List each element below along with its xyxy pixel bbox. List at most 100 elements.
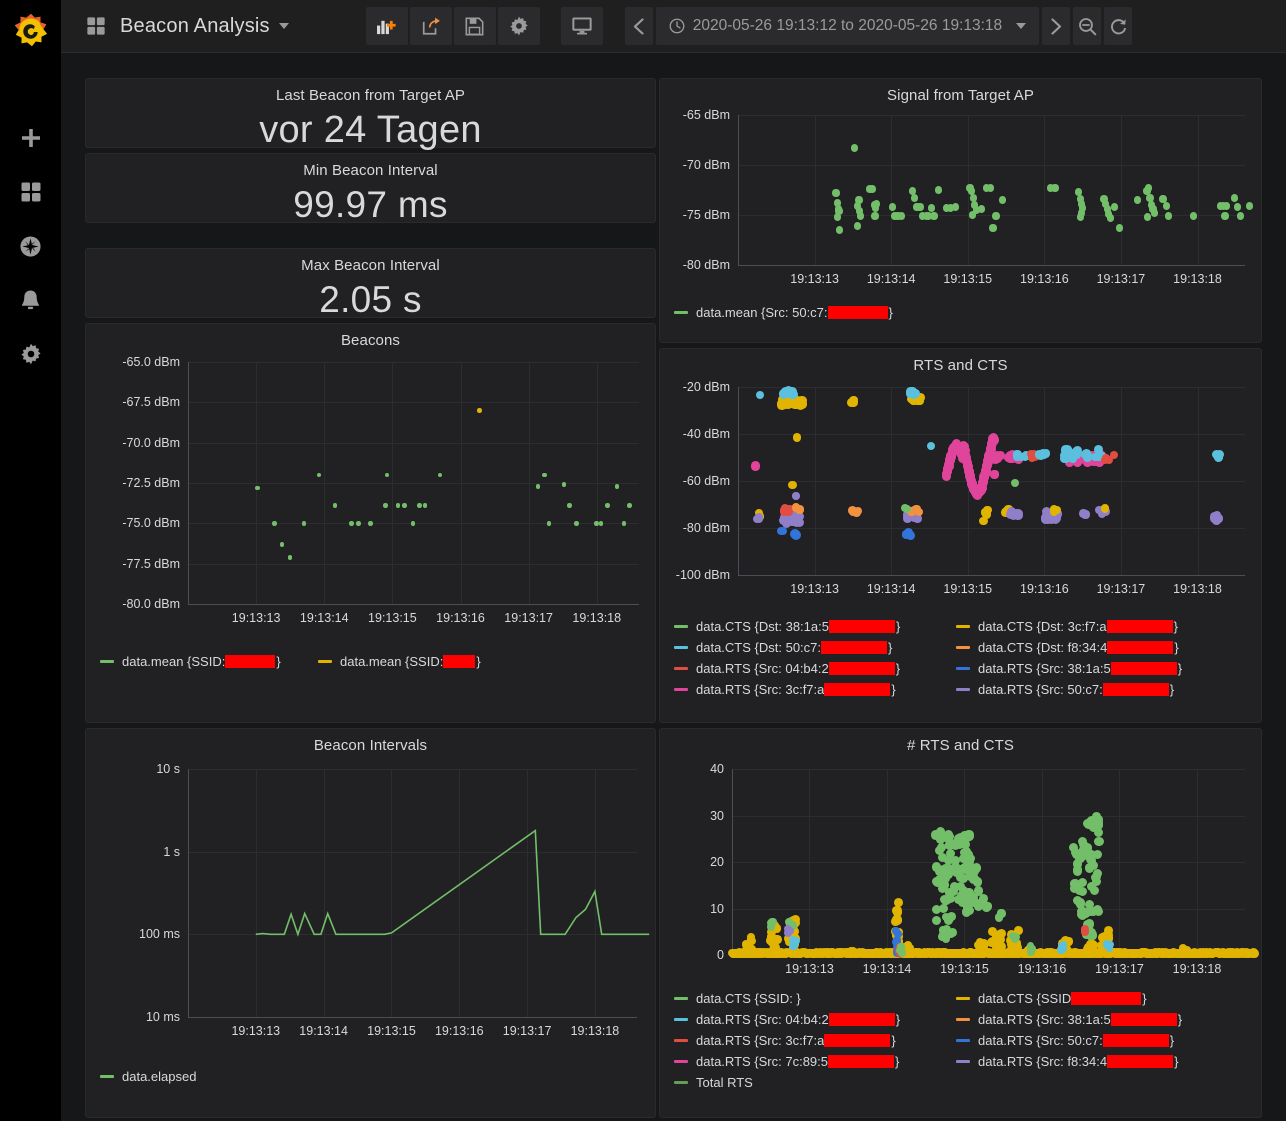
sidebar-item-create[interactable] [0, 111, 61, 165]
sidebar-item-dashboards[interactable] [0, 165, 61, 219]
legend-label-suffix: } [1173, 619, 1178, 634]
redacted-value [828, 1013, 895, 1026]
panel-signal-from-target-ap[interactable]: Signal from Target AP -65 dBm -70 dBm -75 … [659, 78, 1262, 343]
sidebar-item-explore[interactable] [0, 219, 61, 273]
sidebar-item-alerting[interactable] [0, 273, 61, 327]
refresh-button[interactable] [1104, 7, 1133, 45]
panel-max-beacon-interval[interactable]: Max Beacon Interval 2.05 s [85, 248, 656, 320]
gridline-vertical [809, 769, 811, 955]
legend-item[interactable]: data.elapsed [100, 1069, 400, 1084]
legend-color-swatch [674, 688, 688, 691]
add-panel-button[interactable] [365, 7, 408, 45]
data-point [561, 482, 567, 487]
data-point [992, 212, 1000, 220]
legend-label: data.RTS {Src: 50:c7: [978, 682, 1103, 697]
gridline-vertical [596, 362, 598, 604]
data-point [755, 390, 765, 400]
gridline-vertical [392, 362, 394, 604]
data-point [621, 521, 627, 526]
dashboard-title[interactable]: Beacon Analysis [120, 15, 270, 38]
panel-title: # RTS and CTS [907, 737, 1014, 754]
legend-item[interactable]: data.mean {Src: 50:c7:} [674, 305, 1004, 320]
data-point [316, 472, 322, 478]
save-dashboard-button[interactable] [453, 7, 496, 45]
time-shift-forward-button[interactable] [1042, 7, 1071, 45]
data-point [750, 461, 760, 471]
legend-color-swatch [956, 688, 970, 691]
data-point [994, 913, 1004, 922]
panel-beacon-intervals[interactable]: Beacon Intervals 10 s1 s 100 ms 10 ms 19:13… [85, 728, 656, 1118]
legend-item[interactable]: data.CTS {Dst: 3c:f7:a} [956, 619, 1238, 634]
legend-item[interactable]: Total RTS [674, 1075, 956, 1090]
panel-rts-and-cts[interactable]: RTS and CTS -20 dBm -40 dBm -60 dBm -80 dBm… [659, 348, 1262, 723]
redacted-value [1102, 1034, 1169, 1047]
gridline-vertical [528, 362, 530, 604]
data-point [301, 521, 307, 526]
data-point [1211, 516, 1221, 525]
redacted-value [824, 1034, 891, 1047]
dashboard-toolbar [365, 7, 540, 45]
sidebar-item-configuration[interactable] [0, 327, 61, 381]
redacted-value [824, 683, 891, 696]
legend-item[interactable]: data.mean {SSID: } [318, 654, 536, 669]
legend-item[interactable]: data.RTS {Src: 38:1a:5} [956, 1012, 1238, 1027]
gridline-vertical [1197, 387, 1199, 575]
time-range-picker[interactable]: 2020-05-26 19:13:12 to 2020-05-26 19:13:… [655, 7, 1040, 45]
data-point [843, 948, 852, 957]
redacted-value [1106, 620, 1173, 633]
grafana-logo[interactable] [0, 0, 61, 61]
legend-item[interactable]: data.CTS {Dst: 50:c7:} [674, 640, 956, 655]
legend-item[interactable]: data.CTS {SSID} [956, 991, 1238, 1006]
chevron-down-icon[interactable] [278, 23, 289, 29]
data-point [832, 189, 840, 197]
legend-item[interactable]: data.RTS {Src: 50:c7:} [956, 682, 1238, 697]
y-axis-tick-label: -100 dBm [675, 568, 730, 582]
legend-item[interactable]: data.CTS {Dst: f8:34:4} [956, 640, 1238, 655]
legend-item[interactable]: data.RTS {Src: 04:b4:2} [674, 1012, 956, 1027]
zoom-out-button[interactable] [1073, 7, 1102, 45]
legend-item[interactable]: data.RTS {Src: 7c:89:5} [674, 1054, 956, 1069]
y-axis-line [188, 362, 189, 604]
legend-item[interactable]: data.CTS {SSID: } [674, 991, 956, 1006]
legend-label: data.CTS {Dst: 3c:f7:a [978, 619, 1107, 634]
panel-beacons[interactable]: Beacons -65.0 dBm -67.5 dBm -70.0 dBm -72.5… [85, 323, 656, 723]
legend-color-swatch [956, 1060, 970, 1063]
legend-color-swatch [674, 625, 688, 628]
legend-label-suffix: } [1174, 1054, 1179, 1069]
legend-item[interactable]: data.RTS {Src: 38:1a:5} [956, 661, 1238, 676]
data-point [889, 203, 897, 211]
legend-label-suffix: } [1177, 1012, 1183, 1027]
x-axis-tick-label: 19:13:14 [866, 272, 916, 286]
legend-item[interactable]: data.RTS {Src: f8:34:4} [956, 1054, 1238, 1069]
legend-color-swatch [956, 625, 970, 628]
legend-color-swatch [318, 660, 332, 663]
y-axis-tick-label: -65 dBm [682, 108, 730, 122]
legend-item[interactable]: data.RTS {Src: 04:b4:2} [674, 661, 956, 676]
data-point [1230, 194, 1238, 202]
dashboard-settings-button[interactable] [497, 7, 540, 45]
legend-item[interactable]: data.RTS {Src: 3c:f7:a} [674, 1033, 956, 1048]
legend-item[interactable]: data.RTS {Src: 50:c7:} [956, 1033, 1238, 1048]
legend-label-suffix: } [891, 682, 896, 697]
legend-item[interactable]: data.RTS {Src: 3c:f7:a} [674, 682, 956, 697]
redacted-value [827, 306, 888, 319]
data-point [849, 397, 858, 407]
redacted-value [1107, 1055, 1174, 1068]
legend-item[interactable]: data.CTS {Dst: 38:1a:5} [674, 619, 956, 634]
share-dashboard-button[interactable] [409, 7, 452, 45]
x-axis-tick-label: 19:13:14 [299, 611, 349, 625]
legend-item[interactable]: data.mean {SSID: } [100, 654, 318, 669]
data-point [1051, 184, 1059, 192]
panel-min-beacon-interval[interactable]: Min Beacon Interval 99.97 ms [85, 153, 656, 225]
cycle-view-mode-button[interactable] [560, 7, 603, 45]
data-point [272, 521, 277, 526]
panel-last-beacon[interactable]: Last Beacon from Target AP vor 24 Tagen [85, 78, 656, 151]
gridline-vertical [814, 387, 816, 575]
data-point [546, 521, 552, 526]
legend-color-swatch [956, 646, 970, 649]
legend-color-swatch [956, 997, 970, 1000]
panel-num-rts-and-cts[interactable]: # RTS and CTS 40 30 20 10 0 19:13:13 19:13:14 1… [659, 728, 1262, 1118]
x-axis-line [738, 575, 1245, 576]
panel-title: Beacons [340, 332, 401, 349]
time-shift-back-button[interactable] [624, 7, 653, 45]
